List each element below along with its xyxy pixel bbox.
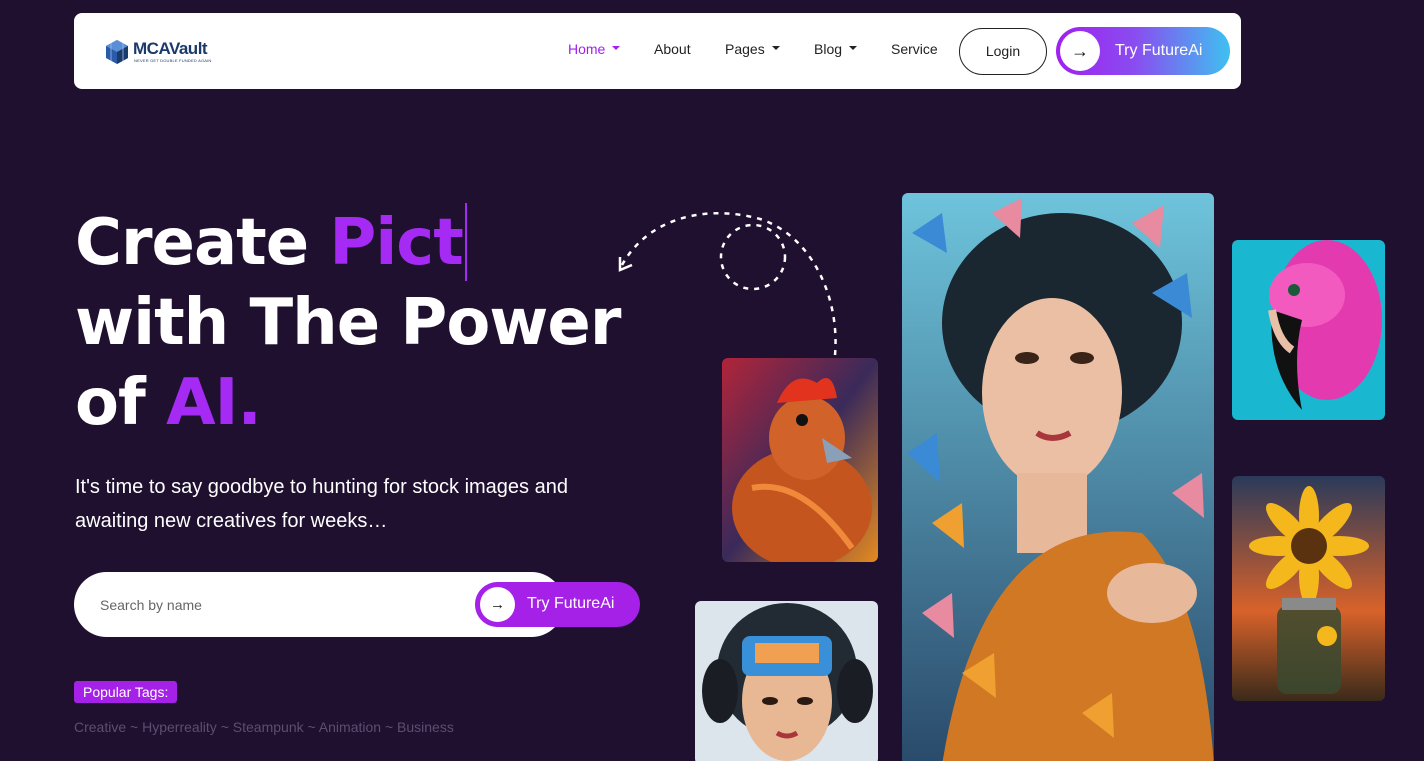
arrow-right-icon: → — [1060, 31, 1100, 71]
nav-item-label: Service — [891, 41, 938, 57]
hero-title-highlight: Pict — [329, 206, 463, 280]
tag-separator: ~ — [216, 719, 233, 735]
hero-subtitle: It's time to say goodbye to hunting for … — [75, 476, 568, 532]
brand-name: MCAVault — [133, 39, 208, 58]
hero-title-line-3: of AI. — [75, 363, 675, 443]
nav-item-label: Blog — [814, 41, 843, 57]
robot-woman-image — [695, 601, 878, 765]
rooster-image — [722, 358, 878, 562]
tag-creative[interactable]: Creative — [74, 719, 126, 735]
brand-tagline: NEVER GET DOUBLE FUNDED AGAIN — [134, 58, 212, 63]
dashed-arrow-decoration — [618, 212, 837, 356]
nav-item-label: Home — [568, 41, 606, 57]
nav-item-label: About — [654, 41, 691, 57]
hero-title-text: of — [75, 366, 167, 440]
nav-item-service[interactable]: Service — [891, 41, 938, 57]
nav-item-label: Pages — [725, 41, 765, 57]
nav-item-pages[interactable]: Pages — [725, 41, 780, 57]
try-futureai-button[interactable]: → Try FutureAi — [1056, 27, 1230, 75]
arrow-right-icon: → — [480, 587, 515, 622]
try-futureai-label: Try FutureAi — [1115, 42, 1203, 59]
hero-title: Create Pict with The Power of AI. — [75, 203, 675, 443]
tag-separator: ~ — [126, 719, 143, 735]
butterfly-woman-image — [902, 193, 1214, 765]
tag-hyperreality[interactable]: Hyperreality — [142, 719, 217, 735]
popular-tags-label: Popular Tags: — [74, 681, 178, 703]
nav-item-about[interactable]: About — [654, 41, 691, 57]
hero-title-line-1: Create Pict — [75, 203, 675, 283]
sunflower-image — [1232, 476, 1385, 701]
hero-title-line-2: with The Power — [75, 286, 621, 360]
caret-down-icon — [771, 46, 780, 51]
tag-animation[interactable]: Animation — [319, 719, 381, 735]
tag-separator: ~ — [381, 719, 398, 735]
hero-title-text: Create — [75, 206, 330, 280]
flamingo-image — [1232, 240, 1385, 420]
popular-tags-list: Creative ~ Hyperreality ~ Steampunk ~ An… — [74, 719, 454, 735]
hero-title-highlight: AI. — [166, 366, 262, 440]
caret-down-icon — [612, 46, 621, 51]
tag-business[interactable]: Business — [397, 719, 454, 735]
login-button[interactable]: Login — [959, 28, 1047, 75]
nav-item-home[interactable]: Home — [568, 41, 621, 57]
caret-down-icon — [849, 46, 858, 51]
typing-cursor — [464, 203, 467, 281]
tag-separator: ~ — [303, 719, 319, 735]
search-submit-button[interactable]: → Try FutureAi — [475, 582, 640, 627]
brand-logo[interactable]: MCAVault NEVER GET DOUBLE FUNDED AGAIN — [104, 37, 224, 67]
nav-item-blog[interactable]: Blog — [814, 41, 858, 57]
search-input[interactable] — [100, 594, 460, 616]
cube-logo-icon — [106, 40, 128, 64]
navbar: MCAVault NEVER GET DOUBLE FUNDED AGAIN H… — [74, 13, 1241, 89]
bottom-edge — [0, 761, 1424, 765]
search-submit-label: Try FutureAi — [527, 595, 615, 612]
tag-steampunk[interactable]: Steampunk — [233, 719, 304, 735]
